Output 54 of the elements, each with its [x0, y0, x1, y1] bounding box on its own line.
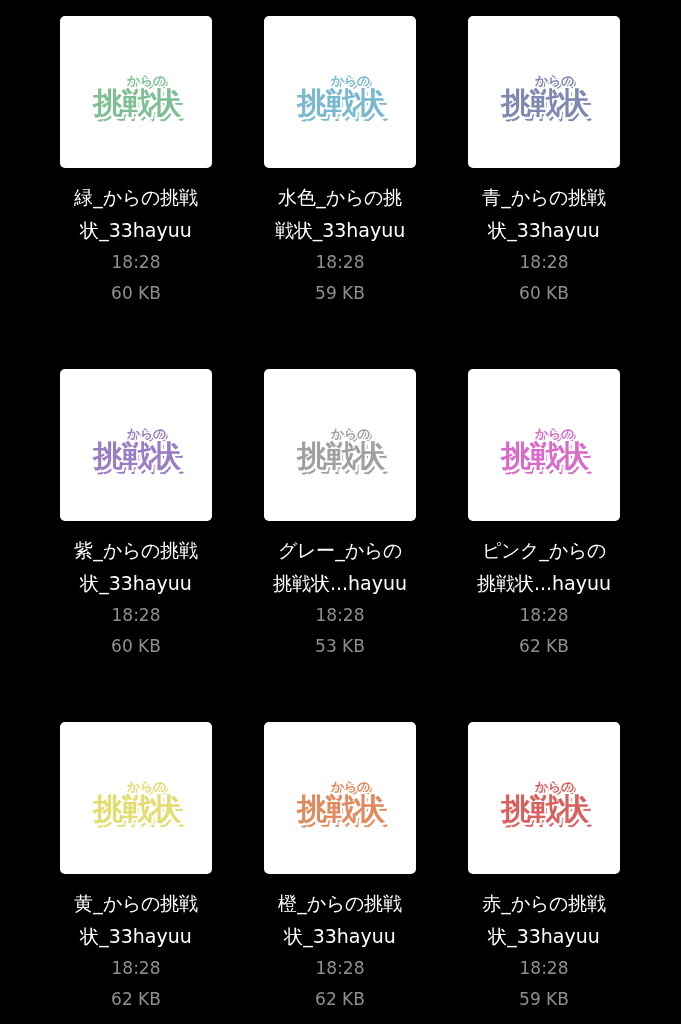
- file-size: 60 KB: [111, 635, 161, 658]
- file-name: 青_からの挑戦 状_33hayuu: [482, 185, 606, 244]
- file-time: 18:28: [519, 251, 569, 274]
- file-size: 62 KB: [519, 635, 569, 658]
- file-size: 62 KB: [111, 988, 161, 1011]
- file-thumbnail[interactable]: からの 挑戦状: [60, 16, 212, 168]
- file-name: ピンク_からの 挑戦状...hayuu: [476, 538, 612, 596]
- file-name: 紫_からの挑戦 状_33hayuu: [74, 538, 198, 597]
- file-size: 62 KB: [315, 988, 365, 1011]
- logo-kicker: からの: [126, 779, 166, 793]
- logo-kicker: からの: [534, 779, 574, 793]
- file-thumbnail[interactable]: からの 挑戦状: [468, 16, 620, 168]
- logo-kicker: からの: [126, 73, 166, 87]
- logo-kicker: からの: [330, 73, 370, 87]
- logo-kicker: からの: [534, 426, 574, 440]
- file-thumbnail[interactable]: からの 挑戦状: [264, 722, 416, 874]
- file-size: 53 KB: [315, 635, 365, 658]
- file-name: 橙_からの挑戦 状_33hayuu: [278, 891, 402, 950]
- logo-title: 挑戦状: [92, 792, 180, 825]
- file-time: 18:28: [315, 604, 365, 627]
- logo-title: 挑戦状: [500, 792, 588, 825]
- logo-title: 挑戦状: [296, 86, 384, 119]
- file-time: 18:28: [111, 604, 161, 627]
- file-name: 黄_からの挑戦 状_33hayuu: [74, 891, 198, 950]
- logo-kicker: からの: [330, 426, 370, 440]
- file-size: 59 KB: [315, 282, 365, 305]
- logo-kicker: からの: [330, 779, 370, 793]
- file-name: グレー_からの 挑戦状...hayuu: [272, 538, 408, 596]
- file-size: 60 KB: [519, 282, 569, 305]
- file-thumbnail[interactable]: からの 挑戦状: [60, 369, 212, 521]
- file-time: 18:28: [519, 604, 569, 627]
- logo-kicker: からの: [534, 73, 574, 87]
- logo-title: 挑戦状: [500, 439, 588, 472]
- logo-title: 挑戦状: [500, 86, 588, 119]
- file-time: 18:28: [519, 957, 569, 980]
- file-thumbnail[interactable]: からの 挑戦状: [264, 369, 416, 521]
- file-size: 60 KB: [111, 282, 161, 305]
- file-name: 緑_からの挑戦 状_33hayuu: [74, 185, 198, 244]
- file-thumbnail[interactable]: からの 挑戦状: [264, 16, 416, 168]
- file-time: 18:28: [315, 251, 365, 274]
- logo-title: 挑戦状: [92, 86, 180, 119]
- file-size: 59 KB: [519, 988, 569, 1011]
- file-name: 赤_からの挑戦 状_33hayuu: [482, 891, 606, 950]
- file-thumbnail[interactable]: からの 挑戦状: [468, 722, 620, 874]
- file-time: 18:28: [111, 957, 161, 980]
- file-name: 水色_からの挑 戦状_33hayuu: [274, 185, 406, 244]
- file-thumbnail[interactable]: からの 挑戦状: [468, 369, 620, 521]
- logo-kicker: からの: [126, 426, 166, 440]
- logo-title: 挑戦状: [92, 439, 180, 472]
- logo-title: 挑戦状: [296, 439, 384, 472]
- file-time: 18:28: [111, 251, 161, 274]
- file-thumbnail[interactable]: からの 挑戦状: [60, 722, 212, 874]
- file-time: 18:28: [315, 957, 365, 980]
- logo-title: 挑戦状: [296, 792, 384, 825]
